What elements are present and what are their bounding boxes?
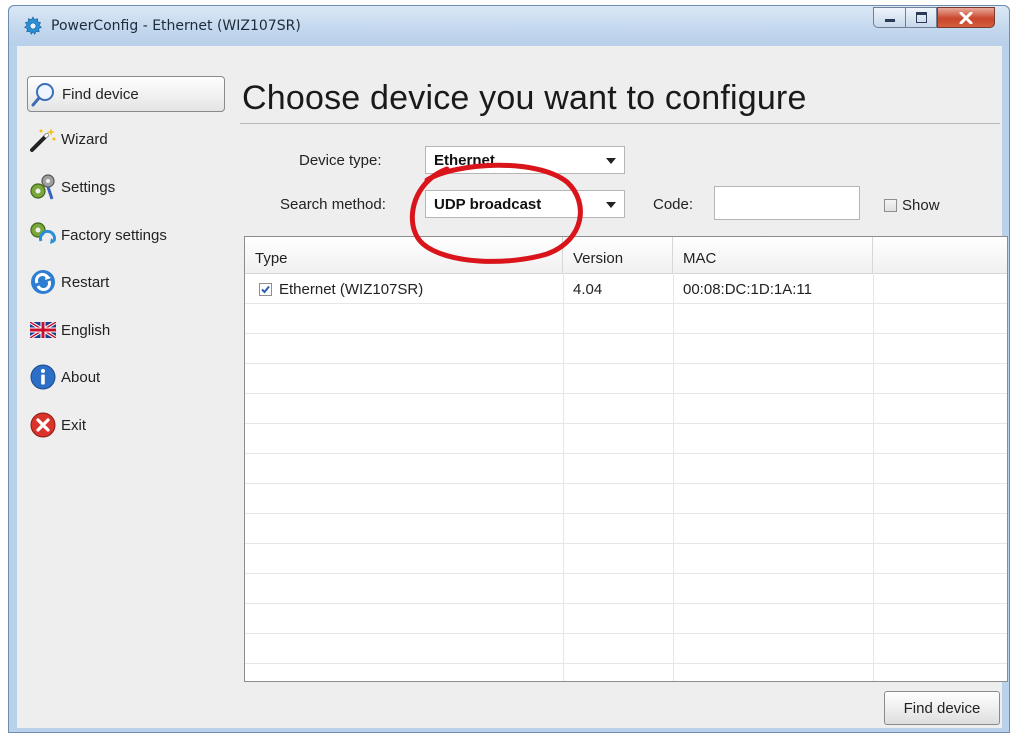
cell-version: 4.04 [573,281,603,298]
window-title: PowerConfig - Ethernet (WIZ107SR) [51,18,301,34]
show-checkbox[interactable] [884,199,897,212]
table-row-empty [245,543,1007,574]
table-row-empty [245,333,1007,364]
sidebar-item-settings[interactable]: Settings [29,170,225,204]
sidebar-item-label: About [61,368,101,386]
column-header-type[interactable]: Type [245,237,563,273]
device-table: Type Version MAC Ethernet (WIZ107SR) 4.0… [244,236,1008,682]
page-title: Choose device you want to configure [242,79,807,117]
title-divider [240,123,1000,124]
refresh-icon [29,268,57,296]
gears-icon [29,173,57,201]
sidebar-item-wizard[interactable]: Wizard [29,122,225,156]
table-row-empty [245,423,1007,454]
table-row-empty [245,573,1007,604]
search-method-value: UDP broadcast [434,196,542,213]
minimize-button[interactable] [873,7,905,28]
sidebar-item-about[interactable]: About [29,360,225,394]
search-method-label: Search method: [280,196,386,213]
sidebar-item-label: Settings [61,178,116,196]
table-row-empty [245,483,1007,514]
sidebar-item-label: Restart [61,273,110,291]
sidebar-item-label: Find device [62,85,139,103]
magnifier-icon [30,80,58,108]
gear-app-icon [23,16,43,36]
column-header-version[interactable]: Version [563,237,673,273]
sidebar-item-label: Factory settings [61,226,167,244]
minimize-icon [884,19,895,22]
table-row-empty [245,303,1007,334]
table-row[interactable]: Ethernet (WIZ107SR) 4.04 00:08:DC:1D:1A:… [245,273,1007,304]
sidebar-item-label: English [61,321,111,339]
factory-reset-icon [29,221,57,249]
device-type-label: Device type: [299,152,382,169]
cell-mac: 00:08:DC:1D:1A:11 [683,281,812,298]
column-header-extra [873,237,1007,273]
title-bar[interactable]: PowerConfig - Ethernet (WIZ107SR) [9,6,1009,46]
code-input[interactable] [714,186,860,220]
device-type-value: Ethernet [434,152,495,169]
sidebar-item-exit[interactable]: Exit [29,408,225,442]
close-button[interactable] [937,7,995,28]
sidebar-item-factory-settings[interactable]: Factory settings [29,218,225,252]
sidebar-item-restart[interactable]: Restart [29,265,225,299]
chevron-down-icon [606,158,616,164]
sidebar-item-label: Exit [61,416,87,434]
chevron-down-icon [606,202,616,208]
table-row-empty [245,393,1007,424]
info-icon [29,363,57,391]
maximize-icon [915,12,927,23]
magic-wand-icon [29,125,57,153]
table-row-empty [245,453,1007,484]
exit-icon [29,411,57,439]
table-row-empty [245,363,1007,394]
code-label: Code: [653,196,694,213]
cell-type: Ethernet (WIZ107SR) [279,281,424,298]
table-row-empty [245,513,1007,544]
table-row-empty [245,633,1007,664]
sidebar-item-find-device[interactable]: Find device [27,76,225,112]
show-label: Show [902,197,940,214]
client-area: Find device Wizard Settings Factory sett… [17,46,1008,728]
caption-buttons [873,7,995,29]
app-window: PowerConfig - Ethernet (WIZ107SR) Find d [8,5,1010,733]
uk-flag-icon [29,316,57,344]
search-method-select[interactable]: UDP broadcast [425,190,625,218]
device-type-select[interactable]: Ethernet [425,146,625,174]
row-checkbox[interactable] [259,283,272,296]
table-header: Type Version MAC [245,237,1007,274]
maximize-button[interactable] [905,7,937,28]
find-device-button[interactable]: Find device [884,691,1000,725]
table-row-empty [245,603,1007,634]
sidebar-item-label: Wizard [61,130,108,148]
sidebar-item-english[interactable]: English [29,313,225,347]
column-header-mac[interactable]: MAC [673,237,873,273]
checkmark-icon [261,285,270,294]
close-icon [959,11,973,24]
